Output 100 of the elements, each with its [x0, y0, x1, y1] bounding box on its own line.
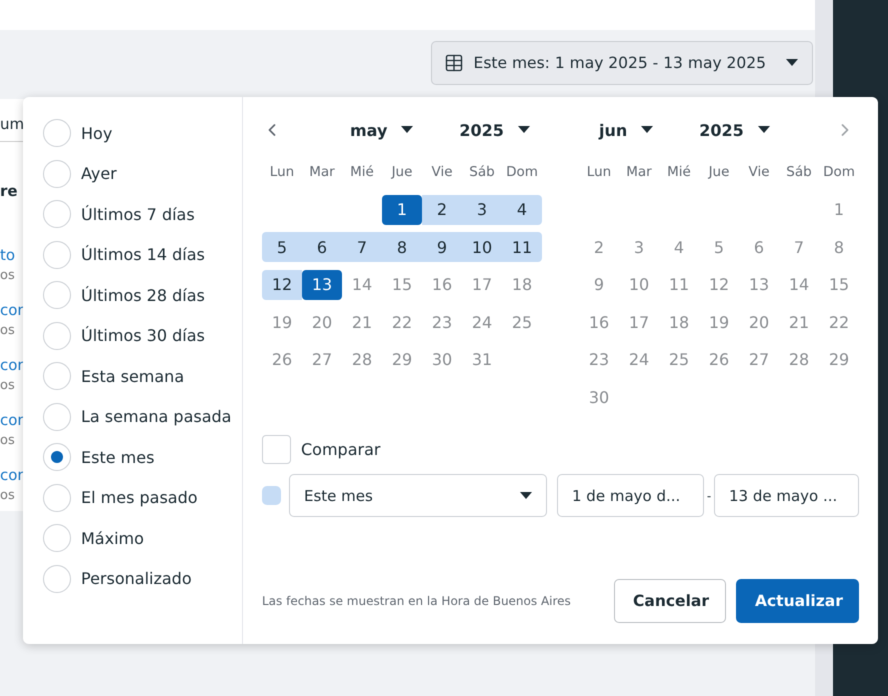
calendar-day[interactable]: 24	[462, 307, 502, 337]
calendar-day[interactable]: 13	[739, 270, 779, 300]
calendar-day[interactable]: 6	[302, 232, 342, 262]
preset-option[interactable]: Ayer	[43, 160, 242, 188]
calendar-day[interactable]: 28	[342, 344, 382, 374]
update-button[interactable]: Actualizar	[736, 579, 859, 623]
calendar-day[interactable]: 6	[739, 232, 779, 262]
calendar-day[interactable]: 28	[779, 344, 819, 374]
preset-option[interactable]: Este mes	[43, 443, 242, 471]
calendar-day[interactable]: 31	[462, 344, 502, 374]
calendar-day[interactable]: 30	[579, 382, 619, 412]
calendar-day[interactable]: 11	[659, 270, 699, 300]
radio-button[interactable]	[43, 160, 71, 188]
calendar-day[interactable]: 7	[342, 232, 382, 262]
calendar-day[interactable]: 9	[422, 232, 462, 262]
radio-button[interactable]	[43, 402, 71, 430]
calendar-day[interactable]: 5	[699, 232, 739, 262]
calendar-day[interactable]: 26	[262, 344, 302, 374]
month-dropdown[interactable]: jun	[599, 120, 654, 140]
calendar-day[interactable]: 29	[382, 344, 422, 374]
calendar-day[interactable]: 4	[502, 194, 542, 224]
calendar-day[interactable]: 25	[659, 344, 699, 374]
start-date-field[interactable]: 1 de mayo d...	[557, 474, 704, 517]
radio-button[interactable]	[43, 443, 71, 471]
preset-option[interactable]: Esta semana	[43, 362, 242, 390]
list-text: re	[0, 182, 19, 200]
calendar-day[interactable]: 30	[422, 344, 462, 374]
preset-option[interactable]: Personalizado	[43, 564, 242, 592]
cancel-button[interactable]: Cancelar	[614, 579, 726, 623]
calendar-day[interactable]: 12	[262, 270, 302, 300]
preset-option[interactable]: Últimos 28 días	[43, 281, 242, 309]
radio-button[interactable]	[43, 564, 71, 592]
calendar-day[interactable]: 27	[739, 344, 779, 374]
calendar-day[interactable]: 14	[342, 270, 382, 300]
preset-option[interactable]: Máximo	[43, 524, 242, 552]
radio-button[interactable]	[43, 524, 71, 552]
radio-button[interactable]	[43, 484, 71, 512]
preset-option[interactable]: Últimos 7 días	[43, 200, 242, 228]
compare-option[interactable]: Comparar	[262, 435, 859, 464]
calendar-day[interactable]: 25	[502, 307, 542, 337]
calendar-day[interactable]: 1	[819, 194, 859, 224]
calendar-day[interactable]: 15	[819, 270, 859, 300]
calendar-day[interactable]: 5	[262, 232, 302, 262]
calendar-day[interactable]: 16	[422, 270, 462, 300]
calendar-day[interactable]: 26	[699, 344, 739, 374]
date-range-button[interactable]: Este mes: 1 may 2025 - 13 may 2025	[430, 41, 813, 85]
calendar-day[interactable]: 20	[739, 307, 779, 337]
compare-checkbox[interactable]	[262, 435, 291, 464]
radio-button[interactable]	[43, 200, 71, 228]
radio-button[interactable]	[43, 281, 71, 309]
calendar-day[interactable]: 14	[779, 270, 819, 300]
calendar-day[interactable]: 23	[422, 307, 462, 337]
calendar-day[interactable]: 8	[819, 232, 859, 262]
radio-button[interactable]	[43, 362, 71, 390]
calendar-day[interactable]: 2	[422, 194, 462, 224]
range-preset-dropdown[interactable]: Este mes	[289, 474, 547, 517]
calendar-day[interactable]: 22	[819, 307, 859, 337]
preset-option[interactable]: Hoy	[43, 119, 242, 147]
calendar-day[interactable]: 23	[579, 344, 619, 374]
calendar-day[interactable]: 17	[462, 270, 502, 300]
calendar-day[interactable]: 10	[462, 232, 502, 262]
calendar-day[interactable]: 27	[302, 344, 342, 374]
preset-option[interactable]: El mes pasado	[43, 484, 242, 512]
calendar-day[interactable]: 11	[502, 232, 542, 262]
end-date-field[interactable]: 13 de mayo ...	[714, 474, 859, 517]
calendar-day[interactable]: 2	[579, 232, 619, 262]
radio-button[interactable]	[43, 119, 71, 147]
calendar-day[interactable]: 22	[382, 307, 422, 337]
calendar-day[interactable]: 3	[619, 232, 659, 262]
calendar-day[interactable]: 16	[579, 307, 619, 337]
calendar-day[interactable]: 21	[779, 307, 819, 337]
calendar-day[interactable]: 7	[779, 232, 819, 262]
calendar-day[interactable]: 15	[382, 270, 422, 300]
radio-button[interactable]	[43, 322, 71, 350]
calendar-day[interactable]: 17	[619, 307, 659, 337]
calendar-day[interactable]: 18	[659, 307, 699, 337]
calendar-day[interactable]: 18	[502, 270, 542, 300]
calendar-day[interactable]: 13	[302, 270, 342, 300]
preset-option[interactable]: La semana pasada	[43, 402, 242, 430]
weekday-label: Vie	[748, 163, 770, 182]
calendar-day[interactable]: 19	[699, 307, 739, 337]
year-dropdown[interactable]: 2025	[459, 120, 530, 140]
radio-button[interactable]	[43, 240, 71, 268]
calendar-day[interactable]: 3	[462, 194, 502, 224]
calendar-day[interactable]: 24	[619, 344, 659, 374]
calendar-day[interactable]: 10	[619, 270, 659, 300]
year-dropdown[interactable]: 2025	[699, 120, 770, 140]
preset-option[interactable]: Últimos 14 días	[43, 240, 242, 268]
calendar-day[interactable]: 29	[819, 344, 859, 374]
calendar-day[interactable]: 1	[382, 194, 422, 224]
calendar-day[interactable]: 20	[302, 307, 342, 337]
calendar-day[interactable]: 19	[262, 307, 302, 337]
preset-option[interactable]: Últimos 30 días	[43, 322, 242, 350]
calendar-day[interactable]: 8	[382, 232, 422, 262]
month-dropdown[interactable]: may	[350, 120, 414, 140]
calendar-day[interactable]: 21	[342, 307, 382, 337]
timezone-note: Las fechas se muestran en la Hora de Buenos Aires	[262, 594, 572, 608]
calendar-day[interactable]: 12	[699, 270, 739, 300]
calendar-day[interactable]: 9	[579, 270, 619, 300]
calendar-day[interactable]: 4	[659, 232, 699, 262]
